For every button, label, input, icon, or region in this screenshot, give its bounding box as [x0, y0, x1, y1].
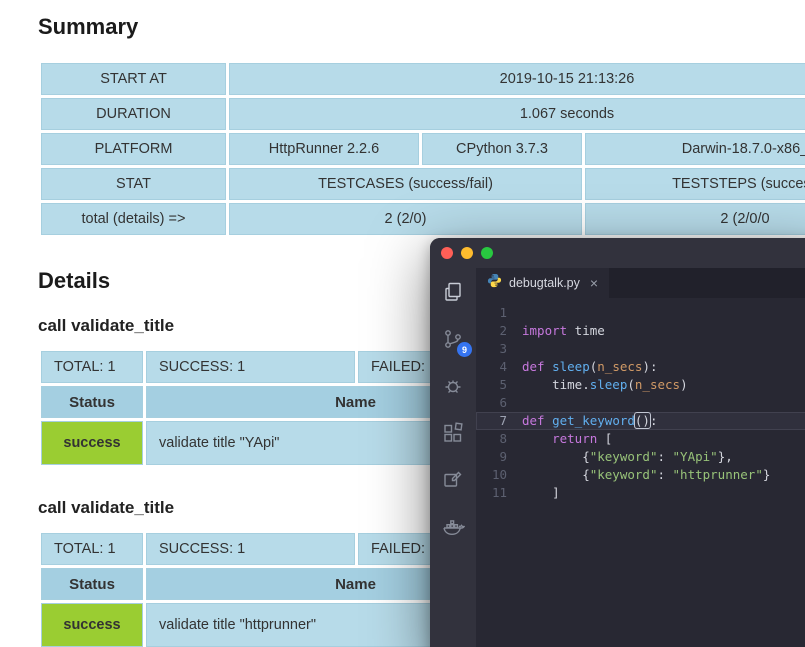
line-number: 8 — [499, 431, 507, 446]
code-line[interactable]: 9 {"keyword": "YApi"}, — [476, 448, 805, 466]
tab-filename: debugtalk.py — [509, 276, 580, 290]
code-text: ] — [522, 485, 560, 500]
code-editor-window: 9 debugtalk.py × 1 2 import time 3 4 def… — [430, 238, 805, 647]
window-titlebar[interactable] — [430, 238, 805, 268]
summary-row-total: total (details) => 2 (2/0) 2 (2/0/0 — [41, 203, 805, 235]
stat-success: SUCCESS: 1 — [146, 351, 355, 383]
close-window-button[interactable] — [441, 247, 453, 259]
line-number: 11 — [491, 485, 507, 500]
line-number: 3 — [499, 341, 507, 356]
line-number: 1 — [499, 305, 507, 320]
stat-teststeps-header: TESTSTEPS (success — [585, 168, 805, 200]
activity-bar: 9 — [430, 268, 476, 647]
line-number: 10 — [491, 467, 507, 482]
summary-label-duration: DURATION — [41, 98, 226, 130]
code-area[interactable]: 1 2 import time 3 4 def sleep(n_secs): 5 time.… — [476, 298, 805, 647]
code-line[interactable]: 7 def get_keyword(): — [476, 412, 805, 430]
code-line[interactable]: 10 {"keyword": "httprunner"} — [476, 466, 805, 484]
column-status: Status — [41, 568, 143, 600]
stat-testcases-header: TESTCASES (success/fail) — [229, 168, 582, 200]
window-body: 9 debugtalk.py × 1 2 import time 3 4 def… — [430, 268, 805, 647]
python-icon — [487, 273, 502, 293]
line-number: 9 — [499, 449, 507, 464]
tab-close-icon[interactable]: × — [590, 276, 598, 290]
code-line[interactable]: 5 time.sleep(n_secs) — [476, 376, 805, 394]
line-number: 5 — [499, 377, 507, 392]
status-badge[interactable]: success — [41, 603, 143, 647]
platform-os: Darwin-18.7.0-x86_ — [585, 133, 805, 165]
scm-badge: 9 — [457, 342, 472, 357]
explorer-icon[interactable] — [441, 280, 465, 304]
platform-httprunner: HttpRunner 2.2.6 — [229, 133, 419, 165]
stat-total: TOTAL: 1 — [41, 533, 143, 565]
status-badge[interactable]: success — [41, 421, 143, 465]
summary-heading: Summary — [38, 14, 139, 39]
debug-icon[interactable] — [441, 374, 465, 398]
code-line[interactable]: 1 — [476, 304, 805, 322]
extensions-icon[interactable] — [441, 421, 465, 445]
stat-success: SUCCESS: 1 — [146, 533, 355, 565]
tab-bar: debugtalk.py × — [476, 268, 805, 298]
docker-whale-icon[interactable] — [441, 515, 465, 539]
summary-label-stat: STAT — [41, 168, 226, 200]
line-number: 7 — [499, 413, 507, 428]
summary-label-start-at: START AT — [41, 63, 226, 95]
code-text: time.sleep(n_secs) — [522, 377, 688, 392]
line-number: 4 — [499, 359, 507, 374]
total-teststeps-value: 2 (2/0/0 — [585, 203, 805, 235]
stat-total: TOTAL: 1 — [41, 351, 143, 383]
summary-label-total: total (details) => — [41, 203, 226, 235]
summary-table: START AT 2019-10-15 21:13:26 DURATION 1.… — [38, 60, 805, 238]
line-number: 6 — [499, 395, 507, 410]
code-line[interactable]: 6 — [476, 394, 805, 412]
code-line[interactable]: 3 — [476, 340, 805, 358]
summary-value-duration: 1.067 seconds — [229, 98, 805, 130]
summary-row-platform: PLATFORM HttpRunner 2.2.6 CPython 3.7.3 … — [41, 133, 805, 165]
source-control-icon[interactable]: 9 — [441, 327, 472, 357]
summary-value-start-at: 2019-10-15 21:13:26 — [229, 63, 805, 95]
editor-main: debugtalk.py × 1 2 import time 3 4 def sleep(… — [476, 268, 805, 647]
code-line[interactable]: 11 ] — [476, 484, 805, 502]
zoom-window-button[interactable] — [481, 247, 493, 259]
code-text: def get_keyword(): — [522, 412, 658, 429]
line-number: 2 — [499, 323, 507, 338]
total-testcases-value: 2 (2/0) — [229, 203, 582, 235]
code-line[interactable]: 4 def sleep(n_secs): — [476, 358, 805, 376]
minimize-window-button[interactable] — [461, 247, 473, 259]
platform-python: CPython 3.7.3 — [422, 133, 582, 165]
column-status: Status — [41, 386, 143, 418]
summary-row-stat: STAT TESTCASES (success/fail) TESTSTEPS … — [41, 168, 805, 200]
code-text: def sleep(n_secs): — [522, 359, 658, 374]
code-text: return [ — [552, 431, 613, 446]
summary-label-platform: PLATFORM — [41, 133, 226, 165]
code-line[interactable]: 2 import time — [476, 322, 805, 340]
summary-row-duration: DURATION 1.067 seconds — [41, 98, 805, 130]
summary-row-start-at: START AT 2019-10-15 21:13:26 — [41, 63, 805, 95]
screen: Summary START AT 2019-10-15 21:13:26 DUR… — [0, 0, 805, 647]
code-line[interactable]: 8 return [ — [476, 430, 805, 448]
tab-debugtalk[interactable]: debugtalk.py × — [476, 268, 610, 298]
pencil-box-icon[interactable] — [441, 468, 465, 492]
code-text: import time — [522, 323, 605, 338]
code-text: {"keyword": "YApi"}, — [522, 449, 733, 464]
code-text: {"keyword": "httprunner"} — [522, 467, 771, 482]
